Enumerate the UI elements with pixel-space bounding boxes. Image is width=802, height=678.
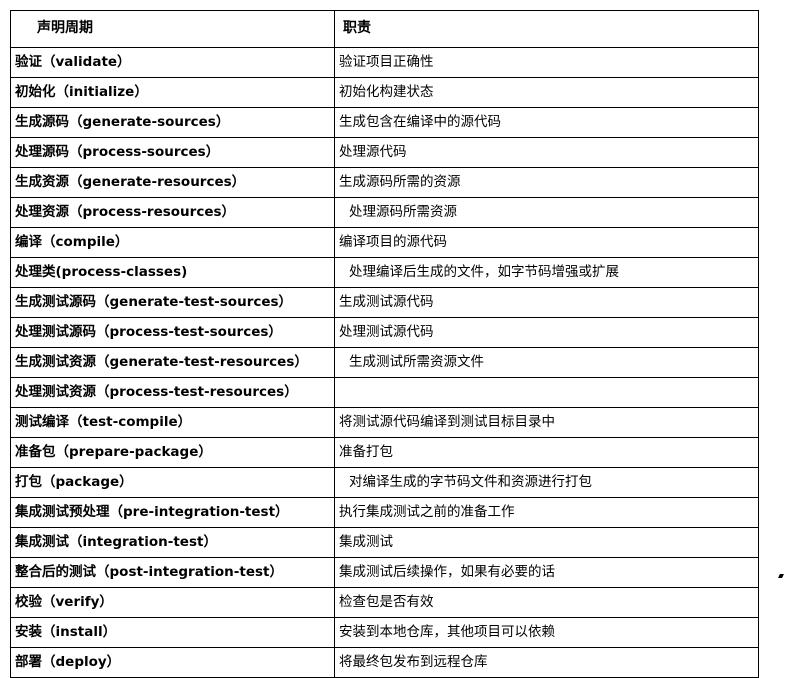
table-row: 处理测试资源（process-test-resources） (10, 377, 759, 408)
lifecycle-responsibility-cell: 处理编译后生成的文件，如字节码增强或扩展 (334, 257, 759, 288)
lifecycle-responsibility-cell: 处理源码所需资源 (334, 197, 759, 228)
lifecycle-phase-cell: 整合后的测试（post-integration-test） (10, 557, 335, 588)
table-row: 测试编译（test-compile） 将测试源代码编译到测试目标目录中 (10, 407, 759, 438)
table-row: 处理源码（process-sources） 处理源代码 (10, 137, 759, 168)
table-header-row: 声明周期 职责 (10, 10, 759, 48)
table-row: 生成测试资源（generate-test-resources） 生成测试所需资源文… (10, 347, 759, 378)
table-row: 打包（package） 对编译生成的字节码文件和资源进行打包 (10, 467, 759, 498)
lifecycle-responsibility-cell: 初始化构建状态 (334, 77, 759, 108)
table-row: 生成资源（generate-resources） 生成源码所需的资源 (10, 167, 759, 198)
table-row: 集成测试（integration-test） 集成测试 (10, 527, 759, 558)
lifecycle-responsibility-cell: 处理源代码 (334, 137, 759, 168)
table-row: 校验（verify） 检查包是否有效 (10, 587, 759, 618)
lifecycle-responsibility-cell: 执行集成测试之前的准备工作 (334, 497, 759, 528)
lifecycle-phase-cell: 安装（install） (10, 617, 335, 648)
lifecycle-responsibility-cell: 检查包是否有效 (334, 587, 759, 618)
lifecycle-phase-cell: 处理源码（process-sources） (10, 137, 335, 168)
lifecycle-responsibility-cell: 将最终包发布到远程仓库 (334, 647, 759, 678)
lifecycle-responsibility-cell: 集成测试 (334, 527, 759, 558)
lifecycle-phase-cell: 校验（verify） (10, 587, 335, 618)
table-row: 处理类(process-classes) 处理编译后生成的文件，如字节码增强或扩展 (10, 257, 759, 288)
lifecycle-phase-cell: 处理类(process-classes) (10, 257, 335, 288)
table-body: 验证（validate） 验证项目正确性 初始化（initialize） 初始化构建状… (10, 47, 759, 678)
table-row: 处理资源（process-resources） 处理源码所需资源 (10, 197, 759, 228)
lifecycle-responsibility-cell: 生成测试源代码 (334, 287, 759, 318)
table-row: 集成测试预处理（pre-integration-test） 执行集成测试之前的准备… (10, 497, 759, 528)
lifecycle-responsibility-cell: 编译项目的源代码 (334, 227, 759, 258)
lifecycle-phase-cell: 生成测试源码（generate-test-sources） (10, 287, 335, 318)
stray-mark-artifact (778, 574, 784, 578)
table-row: 安装（install） 安装到本地仓库，其他项目可以依赖 (10, 617, 759, 648)
page-root: 声明周期 职责 验证（validate） 验证项目正确性 初始化（initializ… (0, 0, 802, 678)
lifecycle-phase-cell: 集成测试预处理（pre-integration-test） (10, 497, 335, 528)
table-row: 初始化（initialize） 初始化构建状态 (10, 77, 759, 108)
lifecycle-responsibility-cell: 将测试源代码编译到测试目标目录中 (334, 407, 759, 438)
lifecycle-responsibility-cell: 对编译生成的字节码文件和资源进行打包 (334, 467, 759, 498)
table-row: 验证（validate） 验证项目正确性 (10, 47, 759, 78)
lifecycle-responsibility-cell: 安装到本地仓库，其他项目可以依赖 (334, 617, 759, 648)
lifecycle-responsibility-cell: 集成测试后续操作，如果有必要的话 (334, 557, 759, 588)
lifecycle-phase-cell: 处理测试源码（process-test-sources） (10, 317, 335, 348)
table-row: 编译（compile） 编译项目的源代码 (10, 227, 759, 258)
lifecycle-phase-cell: 编译（compile） (10, 227, 335, 258)
table-row: 准备包（prepare-package） 准备打包 (10, 437, 759, 468)
lifecycle-responsibility-cell: 生成源码所需的资源 (334, 167, 759, 198)
table-row: 生成源码（generate-sources） 生成包含在编译中的源代码 (10, 107, 759, 138)
lifecycle-phase-cell: 集成测试（integration-test） (10, 527, 335, 558)
lifecycle-phase-cell: 初始化（initialize） (10, 77, 335, 108)
lifecycle-responsibility-cell: 生成测试所需资源文件 (334, 347, 759, 378)
lifecycle-responsibility-cell: 验证项目正确性 (334, 47, 759, 78)
lifecycle-phase-cell: 验证（validate） (10, 47, 335, 78)
lifecycle-responsibility-cell (334, 377, 759, 408)
lifecycle-phase-cell: 处理资源（process-resources） (10, 197, 335, 228)
table-head: 声明周期 职责 (10, 10, 759, 48)
table-row: 生成测试源码（generate-test-sources） 生成测试源代码 (10, 287, 759, 318)
lifecycle-phase-cell: 生成资源（generate-resources） (10, 167, 335, 198)
lifecycle-phase-cell: 部署（deploy） (10, 647, 335, 678)
lifecycle-phase-cell: 处理测试资源（process-test-resources） (10, 377, 335, 408)
maven-lifecycle-table: 声明周期 职责 验证（validate） 验证项目正确性 初始化（initializ… (10, 10, 759, 678)
column-header-responsibility: 职责 (334, 10, 759, 48)
lifecycle-phase-cell: 生成测试资源（generate-test-resources） (10, 347, 335, 378)
table-row: 部署（deploy） 将最终包发布到远程仓库 (10, 647, 759, 678)
lifecycle-responsibility-cell: 生成包含在编译中的源代码 (334, 107, 759, 138)
lifecycle-phase-cell: 打包（package） (10, 467, 335, 498)
table-row: 整合后的测试（post-integration-test） 集成测试后续操作，如果… (10, 557, 759, 588)
column-header-phase: 声明周期 (10, 10, 335, 48)
lifecycle-phase-cell: 生成源码（generate-sources） (10, 107, 335, 138)
lifecycle-responsibility-cell: 处理测试源代码 (334, 317, 759, 348)
lifecycle-responsibility-cell: 准备打包 (334, 437, 759, 468)
lifecycle-phase-cell: 测试编译（test-compile） (10, 407, 335, 438)
lifecycle-phase-cell: 准备包（prepare-package） (10, 437, 335, 468)
table-row: 处理测试源码（process-test-sources） 处理测试源代码 (10, 317, 759, 348)
